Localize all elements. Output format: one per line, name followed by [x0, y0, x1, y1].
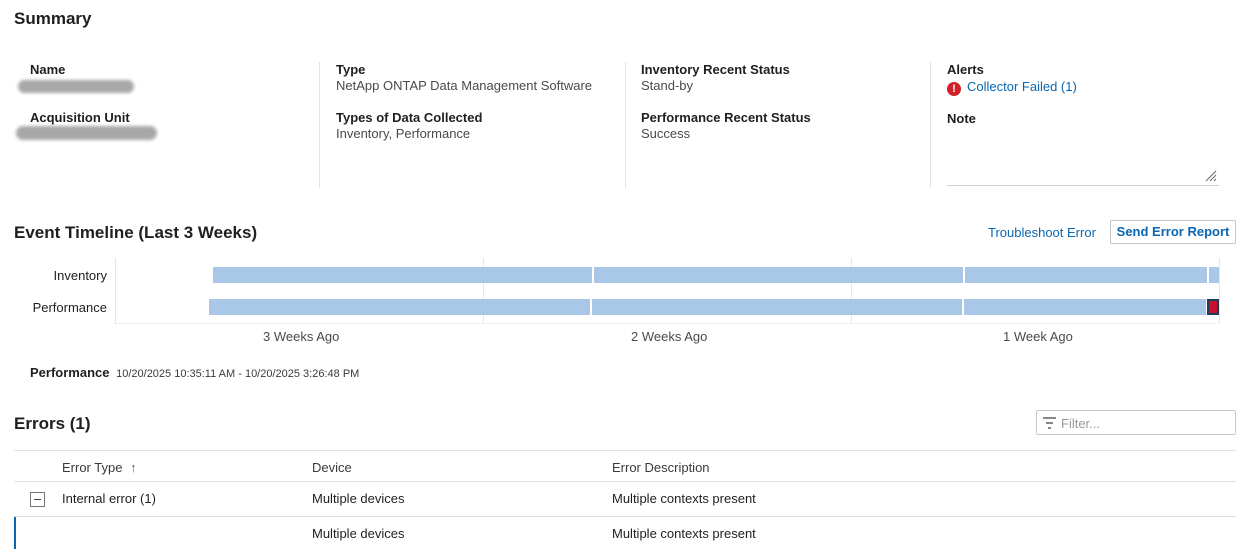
types-collected-label: Types of Data Collected [336, 110, 483, 125]
alert-item: ! Collector Failed (1) [947, 78, 1077, 96]
error-icon: ! [947, 82, 961, 96]
filter-icon [1043, 417, 1056, 429]
column-divider [625, 62, 626, 188]
performance-status-label: Performance Recent Status [641, 110, 811, 125]
table-top-border [14, 450, 1236, 451]
sort-ascending-icon[interactable]: ↑ [130, 460, 137, 475]
inventory-status-value: Stand-by [641, 78, 694, 93]
acquisition-unit-redacted-value [16, 126, 157, 140]
type-value: NetApp ONTAP Data Management Software [336, 78, 593, 93]
error-description-cell: Multiple contexts present [612, 491, 756, 506]
type-label: Type [336, 62, 366, 77]
collapse-toggle-icon[interactable] [30, 492, 45, 507]
types-collected-value: Inventory, Performance [336, 126, 471, 141]
name-redacted-value [18, 80, 134, 93]
timeline-chart [115, 258, 1220, 324]
inventory-status-label: Inventory Recent Status [641, 62, 790, 77]
timeline-row-label-inventory: Inventory [53, 268, 107, 283]
performance-status-value: Success [641, 126, 691, 141]
column-divider [930, 62, 931, 188]
filter-input[interactable]: Filter... [1036, 410, 1236, 435]
performance-failure-marker[interactable] [1207, 299, 1219, 315]
timeline-detail: Performance 10/20/2025 10:35:11 AM - 10/… [30, 365, 359, 380]
column-header-device[interactable]: Device [312, 460, 352, 475]
troubleshoot-error-link[interactable]: Troubleshoot Error [988, 225, 1096, 240]
timeline-detail-label: Performance [30, 365, 110, 380]
inventory-timeline-bar[interactable] [1209, 267, 1219, 283]
error-description-cell: Multiple contexts present [612, 526, 756, 541]
timeline-gridline [1219, 258, 1220, 324]
device-cell: Multiple devices [312, 491, 405, 506]
row-selection-indicator [14, 517, 16, 549]
acquisition-unit-label: Acquisition Unit [30, 110, 130, 125]
collector-failed-link[interactable]: Collector Failed (1) [967, 79, 1077, 94]
inventory-timeline-bar[interactable] [965, 267, 1207, 283]
name-label: Name [30, 62, 66, 77]
filter-placeholder: Filter... [1061, 416, 1101, 431]
note-label: Note [947, 111, 976, 126]
inventory-timeline-bar[interactable] [213, 267, 592, 283]
column-header-error-description[interactable]: Error Description [612, 460, 710, 475]
timeline-detail-range: 10/20/2025 10:35:11 AM - 10/20/2025 3:26… [116, 368, 360, 380]
column-divider [319, 62, 320, 188]
timeline-tick-label: 3 Weeks Ago [263, 329, 340, 344]
error-type-cell: Internal error (1) [62, 491, 156, 506]
resize-handle-icon[interactable] [1205, 170, 1217, 182]
send-error-report-button[interactable]: Send Error Report [1110, 220, 1236, 244]
timeline-tick-label: 2 Weeks Ago [631, 329, 708, 344]
table-row-border [14, 516, 1236, 517]
performance-timeline-bar[interactable] [592, 299, 962, 315]
summary-title: Summary [14, 9, 92, 28]
timeline-tick-label: 1 Week Ago [1003, 329, 1073, 344]
timeline-row-label-performance: Performance [32, 300, 107, 315]
device-cell: Multiple devices [312, 526, 405, 541]
table-header-border [14, 481, 1236, 482]
column-header-error-type[interactable]: Error Type ↑ [62, 460, 137, 475]
errors-title: Errors (1) [14, 414, 91, 433]
note-textarea[interactable] [947, 135, 1219, 186]
alerts-label: Alerts [947, 62, 984, 77]
performance-timeline-bar[interactable] [209, 299, 590, 315]
column-header-label: Error Type [62, 460, 123, 475]
inventory-timeline-bar[interactable] [594, 267, 963, 283]
timeline-title: Event Timeline (Last 3 Weeks) [14, 223, 258, 242]
performance-timeline-bar[interactable] [964, 299, 1206, 315]
